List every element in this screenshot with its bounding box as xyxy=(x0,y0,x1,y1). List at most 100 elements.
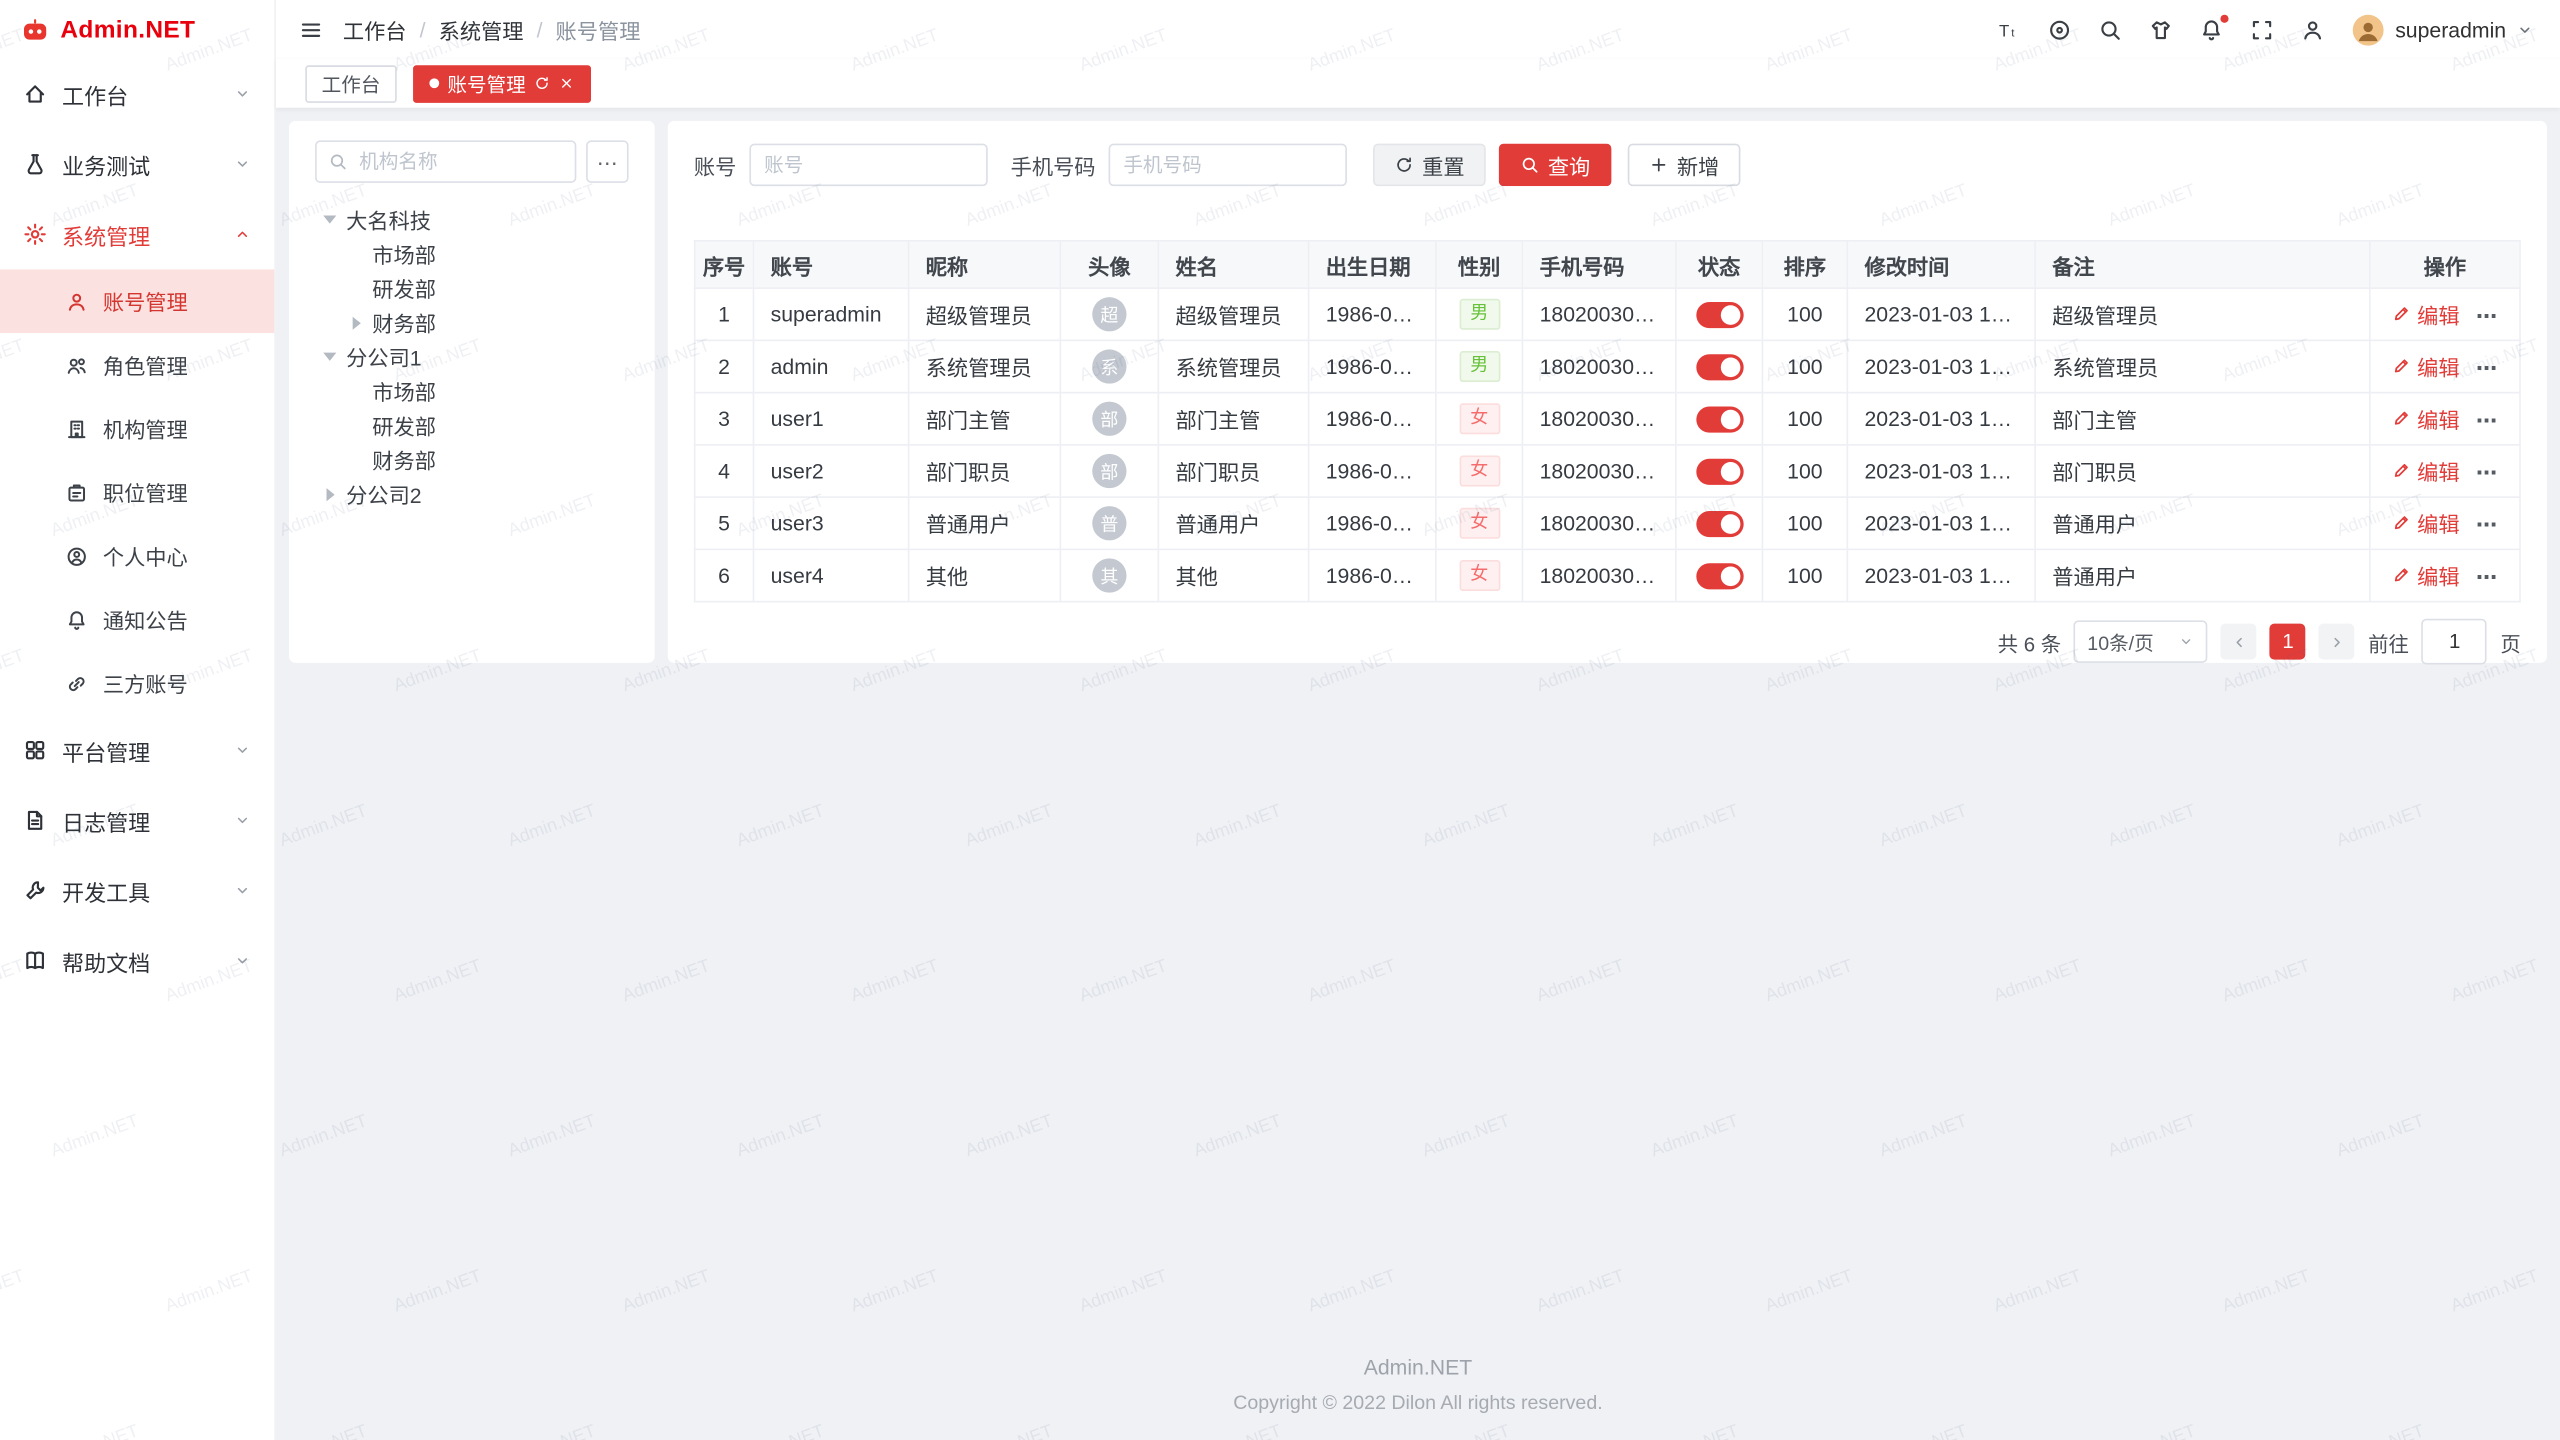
tab-workbench[interactable]: 工作台 xyxy=(305,64,396,102)
status-toggle[interactable] xyxy=(1696,302,1743,328)
cell-seq: 5 xyxy=(695,497,754,549)
position-icon xyxy=(65,481,88,504)
tree-node[interactable]: 财务部 xyxy=(315,442,628,476)
more-actions-button[interactable]: ⋯ xyxy=(2476,356,2497,380)
edit-button[interactable]: 编辑 xyxy=(2393,560,2460,591)
add-button[interactable]: 新增 xyxy=(1628,144,1741,186)
sidebar-item-platform[interactable]: 平台管理 xyxy=(0,715,274,785)
cell-seq: 2 xyxy=(695,340,754,392)
reset-button[interactable]: 重置 xyxy=(1373,144,1486,186)
cell-nickname: 其他 xyxy=(909,549,1061,601)
edit-button[interactable]: 编辑 xyxy=(2393,455,2460,486)
sidebar-item-devtools[interactable]: 开发工具 xyxy=(0,856,274,926)
caret-down-icon[interactable] xyxy=(322,216,338,224)
notification-bell[interactable] xyxy=(2199,17,2223,41)
caret-right-icon[interactable] xyxy=(348,316,364,329)
row-avatar: 普 xyxy=(1092,506,1126,540)
cell-nickname: 系统管理员 xyxy=(909,340,1061,392)
goto-page-input[interactable] xyxy=(2422,619,2487,665)
sidebar-item-profile[interactable]: 个人中心 xyxy=(0,524,274,588)
cell-modified: 2023-01-03 10:59:44 xyxy=(1847,549,2035,601)
theme-icon[interactable] xyxy=(2149,17,2173,41)
sidebar-item-position[interactable]: 职位管理 xyxy=(0,460,274,524)
tree-node[interactable]: 分公司2 xyxy=(315,477,628,511)
prev-page-button[interactable] xyxy=(2221,624,2257,660)
tree-node[interactable]: 市场部 xyxy=(315,374,628,408)
query-toolbar: 账号 手机号码 重置 查询 xyxy=(694,140,2521,207)
cell-modified: 2023-01-03 10:59:44 xyxy=(1847,497,2035,549)
row-avatar: 部 xyxy=(1092,454,1126,488)
more-actions-button[interactable]: ⋯ xyxy=(2476,304,2497,328)
tree-node[interactable]: 研发部 xyxy=(315,408,628,442)
more-actions-button[interactable]: ⋯ xyxy=(2476,513,2497,537)
tree-node[interactable]: 财务部 xyxy=(315,305,628,339)
account-label: 账号 xyxy=(694,149,736,180)
column-header: 修改时间 xyxy=(1847,241,2035,288)
tree-node[interactable]: 分公司1 xyxy=(315,340,628,374)
cell-modified: 2023-01-03 10:59:44 xyxy=(1847,288,2035,340)
cell-phone: 18020030720 xyxy=(1522,445,1675,497)
tabs-bar: 工作台 账号管理 xyxy=(276,59,2560,108)
cell-gender: 男 xyxy=(1436,340,1523,392)
tab-close-icon[interactable] xyxy=(558,75,574,91)
account-panel: 账号 手机号码 重置 查询 xyxy=(668,121,2547,663)
org-search-input[interactable] xyxy=(356,149,563,175)
tree-more-button[interactable]: ⋯ xyxy=(586,140,628,182)
search-icon[interactable] xyxy=(2098,17,2122,41)
edit-button[interactable]: 编辑 xyxy=(2393,403,2460,434)
edit-button[interactable]: 编辑 xyxy=(2393,351,2460,382)
menu-toggle-icon[interactable] xyxy=(299,17,323,41)
sidebar-item-role[interactable]: 角色管理 xyxy=(0,333,274,397)
sidebar-item-account[interactable]: 账号管理 xyxy=(0,269,274,333)
sidebar-item-docs[interactable]: 帮助文档 xyxy=(0,926,274,996)
sidebar-item-workbench[interactable]: 工作台 xyxy=(0,59,274,129)
org-search-box xyxy=(315,140,576,182)
page-size-select[interactable]: 10条/页 xyxy=(2074,620,2208,662)
sidebar-item-notice[interactable]: 通知公告 xyxy=(0,588,274,652)
tree-node[interactable]: 大名科技 xyxy=(315,202,628,236)
page-number-active[interactable]: 1 xyxy=(2270,624,2306,660)
next-page-button[interactable] xyxy=(2319,624,2355,660)
row-avatar: 部 xyxy=(1092,402,1126,436)
caret-down-icon[interactable] xyxy=(322,353,338,361)
cell-seq: 4 xyxy=(695,445,754,497)
status-toggle[interactable] xyxy=(1696,354,1743,380)
user-settings-icon[interactable] xyxy=(2301,17,2325,41)
status-toggle[interactable] xyxy=(1696,563,1743,589)
caret-right-icon[interactable] xyxy=(322,487,338,500)
status-toggle[interactable] xyxy=(1696,511,1743,537)
more-actions-button[interactable]: ⋯ xyxy=(2476,409,2497,433)
tab-account[interactable]: 账号管理 xyxy=(413,64,591,102)
sidebar-item-system[interactable]: 系统管理 xyxy=(0,199,274,269)
font-size-icon[interactable]: Tt xyxy=(1997,17,2021,41)
app-title: Admin.NET xyxy=(60,16,195,44)
column-header: 状态 xyxy=(1676,241,1763,288)
more-actions-button[interactable]: ⋯ xyxy=(2476,565,2497,589)
search-button[interactable]: 查询 xyxy=(1499,144,1612,186)
user-menu[interactable]: superadmin xyxy=(2351,12,2534,46)
tree-node[interactable]: 研发部 xyxy=(315,271,628,305)
sidebar-item-third-party[interactable]: 三方账号 xyxy=(0,651,274,715)
account-input[interactable] xyxy=(749,144,987,186)
sidebar-item-org[interactable]: 机构管理 xyxy=(0,397,274,461)
table-row: 4user2部门职员部部门职员1986-06-28女18020030720100… xyxy=(695,445,2520,497)
fullscreen-icon[interactable] xyxy=(2250,17,2274,41)
sidebar-item-business-test[interactable]: 业务测试 xyxy=(0,129,274,199)
sidebar-item-label: 帮助文档 xyxy=(62,944,219,977)
cell-remark: 部门职员 xyxy=(2035,445,2370,497)
edit-button[interactable]: 编辑 xyxy=(2393,298,2460,329)
globe-icon[interactable] xyxy=(2047,17,2071,41)
chevron-down-icon xyxy=(233,952,251,970)
status-toggle[interactable] xyxy=(1696,458,1743,484)
cell-actions: 编辑 ⋯ xyxy=(2370,288,2520,340)
breadcrumb-item-system[interactable]: 系统管理 xyxy=(439,14,524,45)
more-actions-button[interactable]: ⋯ xyxy=(2476,461,2497,485)
phone-input[interactable] xyxy=(1109,144,1347,186)
tree-node-label: 市场部 xyxy=(372,376,436,407)
status-toggle[interactable] xyxy=(1696,406,1743,432)
tab-refresh-icon[interactable] xyxy=(534,75,550,91)
edit-button[interactable]: 编辑 xyxy=(2393,507,2460,538)
sidebar-item-log[interactable]: 日志管理 xyxy=(0,785,274,855)
breadcrumb-item-workbench[interactable]: 工作台 xyxy=(343,14,407,45)
tree-node[interactable]: 市场部 xyxy=(315,237,628,271)
